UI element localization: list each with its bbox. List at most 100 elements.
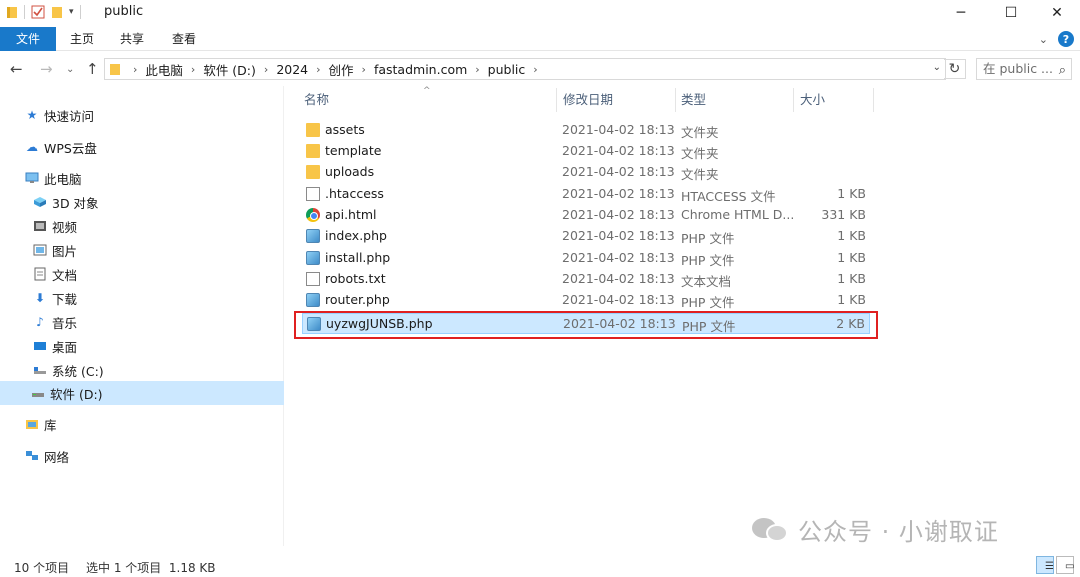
file-row[interactable]: router.php 2021-04-02 18:13 PHP 文件 1 KB [302,290,870,311]
sidebar-item-label: 此电脑 [44,171,82,187]
sidebar-item-drive-c[interactable]: 系统 (C:) [32,358,104,382]
sidebar-item-label: 网络 [44,449,70,465]
file-date: 2021-04-02 18:13 [562,271,675,286]
red-highlight-annotation [294,311,878,339]
file-name: template [325,143,382,158]
breadcrumb-item[interactable]: 2024 [276,62,308,77]
file-row[interactable]: install.php 2021-04-02 18:13 PHP 文件 1 KB [302,248,870,269]
sidebar-item-drive-d[interactable]: 软件 (D:) [0,381,284,405]
column-divider[interactable] [793,88,794,112]
column-divider[interactable] [873,88,874,112]
sidebar-item-label: 快速访问 [44,108,95,124]
file-row[interactable]: template 2021-04-02 18:13 文件夹 [302,141,870,162]
breadcrumb-item[interactable]: public [488,62,526,77]
file-date: 2021-04-02 18:13 [562,164,675,179]
forward-arrow-icon[interactable]: → [40,60,53,78]
maximize-button[interactable]: ☐ [988,0,1034,26]
details-view-button[interactable]: ☰ [1036,556,1054,574]
search-input[interactable]: 在 public ... ⌕ [976,58,1072,80]
sidebar-item-network[interactable]: 网络 [24,444,69,468]
chevron-right-icon[interactable]: › [362,63,366,76]
chevron-right-icon[interactable]: › [191,63,195,76]
sidebar-item-videos[interactable]: 视频 [32,214,77,238]
address-history-chevron-icon[interactable]: ⌄ [933,62,941,73]
breadcrumb: › 此电脑 › 软件 (D:) › 2024 › 创作 › fastadmin.… [125,60,546,79]
column-divider[interactable] [556,88,557,112]
back-arrow-icon[interactable]: ← [10,60,23,78]
sidebar-item-wps-cloud[interactable]: ☁ WPS云盘 [24,135,97,159]
column-header-name[interactable]: 名称 [300,88,556,114]
file-name: uploads [325,164,375,179]
status-bar: 10 个项目 选中 1 个项目 1.18 KB ☰ ▭ [0,556,1080,577]
sidebar-item-label: 图片 [52,243,78,259]
column-header-type[interactable]: 类型 [677,88,793,114]
up-arrow-icon[interactable]: ↑ [86,60,99,78]
sidebar-item-music[interactable]: ♪ 音乐 [32,310,77,334]
maximize-icon: ☐ [1004,5,1018,21]
music-icon: ♪ [36,315,44,329]
file-row[interactable]: index.php 2021-04-02 18:13 PHP 文件 1 KB [302,226,870,247]
help-icon[interactable]: ? [1058,31,1074,47]
address-bar[interactable]: › 此电脑 › 软件 (D:) › 2024 › 创作 › fastadmin.… [104,58,946,80]
sidebar-item-this-pc[interactable]: 此电脑 [24,166,82,190]
minimize-button[interactable]: ─ [938,0,984,26]
file-row[interactable]: uploads 2021-04-02 18:13 文件夹 [302,162,870,183]
file-name: api.html [325,207,377,222]
sidebar-item-libraries[interactable]: 库 [24,412,57,436]
column-divider[interactable] [675,88,676,112]
sidebar-item-desktop[interactable]: 桌面 [32,334,77,358]
sidebar-item-downloads[interactable]: ⬇ 下载 [32,286,77,310]
sidebar-item-documents[interactable]: 文档 [32,262,77,286]
selection-info: 选中 1 个项目 1.18 KB [86,561,216,575]
chevron-right-icon[interactable]: › [533,63,537,76]
picture-icon [32,243,48,257]
column-header-date[interactable]: 修改日期 [559,88,675,114]
tab-share[interactable]: 共享 [106,27,158,51]
chevron-right-icon[interactable]: › [475,63,479,76]
sidebar-item-label: 库 [44,417,57,433]
breadcrumb-item[interactable]: 创作 [329,60,354,79]
file-type: PHP 文件 [681,253,735,268]
large-icons-view-button[interactable]: ▭ [1056,556,1074,574]
expand-ribbon-chevron-icon[interactable]: ⌄ [1039,33,1048,46]
sidebar-item-quick-access[interactable]: ★ 快速访问 [24,103,94,127]
star-icon: ★ [26,108,38,122]
window-title: public [104,4,144,19]
tab-view[interactable]: 查看 [158,27,210,51]
column-header-size[interactable]: 大小 [796,88,872,114]
tab-home[interactable]: 主页 [56,27,108,51]
file-date: 2021-04-02 18:13 [562,228,675,243]
breadcrumb-item[interactable]: 此电脑 [145,60,183,79]
breadcrumb-item[interactable]: fastadmin.com [374,62,467,77]
tab-file[interactable]: 文件 [0,27,56,51]
customize-toolbar-chevron-icon[interactable]: ▾ [69,7,74,17]
file-type: Chrome HTML D... [681,207,795,222]
file-row[interactable]: assets 2021-04-02 18:13 文件夹 [302,120,870,141]
watermark-text: 公众号 · 小谢取证 [798,518,999,546]
chevron-right-icon[interactable]: › [264,63,268,76]
drive-c-icon [32,363,48,377]
file-row[interactable]: robots.txt 2021-04-02 18:13 文本文档 1 KB [302,269,870,290]
file-size: 1 KB [837,271,866,286]
chevron-right-icon[interactable]: › [133,63,137,76]
refresh-button[interactable]: ↻ [944,59,966,79]
new-folder-icon[interactable] [51,5,63,19]
sidebar-item-label: 系统 (C:) [52,363,104,379]
breadcrumb-item[interactable]: 软件 (D:) [203,60,256,79]
file-size: 331 KB [821,207,866,222]
library-icon [24,417,40,431]
cloud-icon: ☁ [26,140,38,154]
sidebar-item-pictures[interactable]: 图片 [32,238,77,262]
title-bar: ▾ public ─ ☐ ✕ [0,0,1080,26]
sidebar-item-label: 音乐 [52,315,78,331]
recent-locations-chevron-icon[interactable]: ⌄ [66,64,74,75]
file-row[interactable]: .htaccess 2021-04-02 18:13 HTACCESS 文件 1… [302,184,870,205]
sidebar-item-3d-objects[interactable]: 3D 对象 [32,190,99,214]
desktop-icon [32,339,48,353]
chevron-right-icon[interactable]: › [316,63,320,76]
close-button[interactable]: ✕ [1034,0,1080,26]
file-name: .htaccess [325,186,384,201]
file-row[interactable]: api.html 2021-04-02 18:13 Chrome HTML D.… [302,205,870,226]
drive-d-icon [30,386,46,400]
properties-icon[interactable] [31,5,45,19]
